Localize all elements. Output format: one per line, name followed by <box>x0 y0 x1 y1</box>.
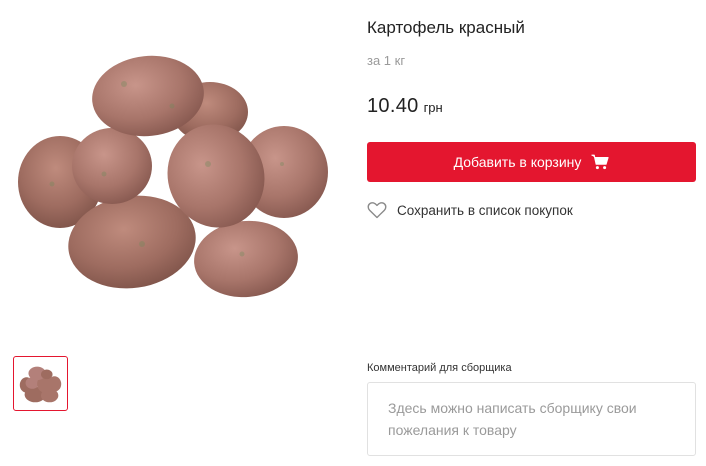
comment-field[interactable] <box>367 382 696 456</box>
save-to-list-label: Сохранить в список покупок <box>397 202 573 218</box>
add-to-cart-label: Добавить в корзину <box>453 154 582 170</box>
comment-label: Комментарий для сборщика <box>367 362 512 374</box>
product-price: 10.40 грн <box>367 95 443 118</box>
price-currency: грн <box>423 100 443 115</box>
product-unit: за 1 кг <box>367 53 406 68</box>
product-main-image <box>12 14 332 334</box>
heart-icon <box>367 201 387 219</box>
price-value: 10.40 <box>367 95 419 117</box>
product-title: Картофель красный <box>367 18 525 37</box>
add-to-cart-button[interactable]: Добавить в корзину <box>367 142 696 182</box>
cart-icon <box>591 154 609 170</box>
product-thumbnail[interactable] <box>13 356 68 411</box>
save-to-list-link[interactable]: Сохранить в список покупок <box>367 201 573 219</box>
product-gallery <box>0 0 345 466</box>
